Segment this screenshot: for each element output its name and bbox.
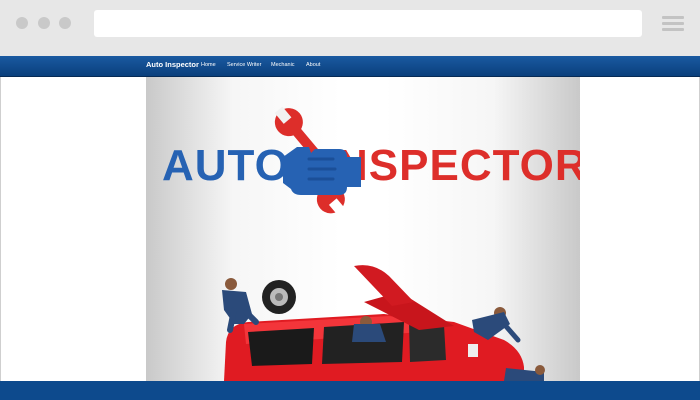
hero-banner: AUTO NSPECTOR (146, 77, 580, 381)
window-maximize-dot[interactable] (59, 17, 71, 29)
window-close-dot[interactable] (16, 17, 28, 29)
browser-chrome (0, 0, 700, 56)
car-repair-illustration (222, 265, 545, 381)
wrench-hand-logo-icon (274, 106, 361, 216)
nav-link-service-writer[interactable]: Service Writer (227, 62, 261, 68)
window-minimize-dot[interactable] (38, 17, 50, 29)
site-brand[interactable]: Auto Inspector (146, 60, 199, 69)
nav-link-home[interactable]: Home (201, 62, 216, 68)
address-bar[interactable] (94, 10, 642, 37)
nav-link-mechanic[interactable]: Mechanic (271, 62, 295, 68)
hamburger-menu-icon[interactable] (662, 16, 684, 32)
page-left-border (0, 77, 1, 381)
footer-bar (0, 381, 700, 400)
logo-text-nspector: NSPECTOR (336, 141, 580, 190)
top-navbar: Auto Inspector Home Service Writer Mecha… (0, 56, 700, 77)
nav-link-about[interactable]: About (306, 62, 320, 68)
